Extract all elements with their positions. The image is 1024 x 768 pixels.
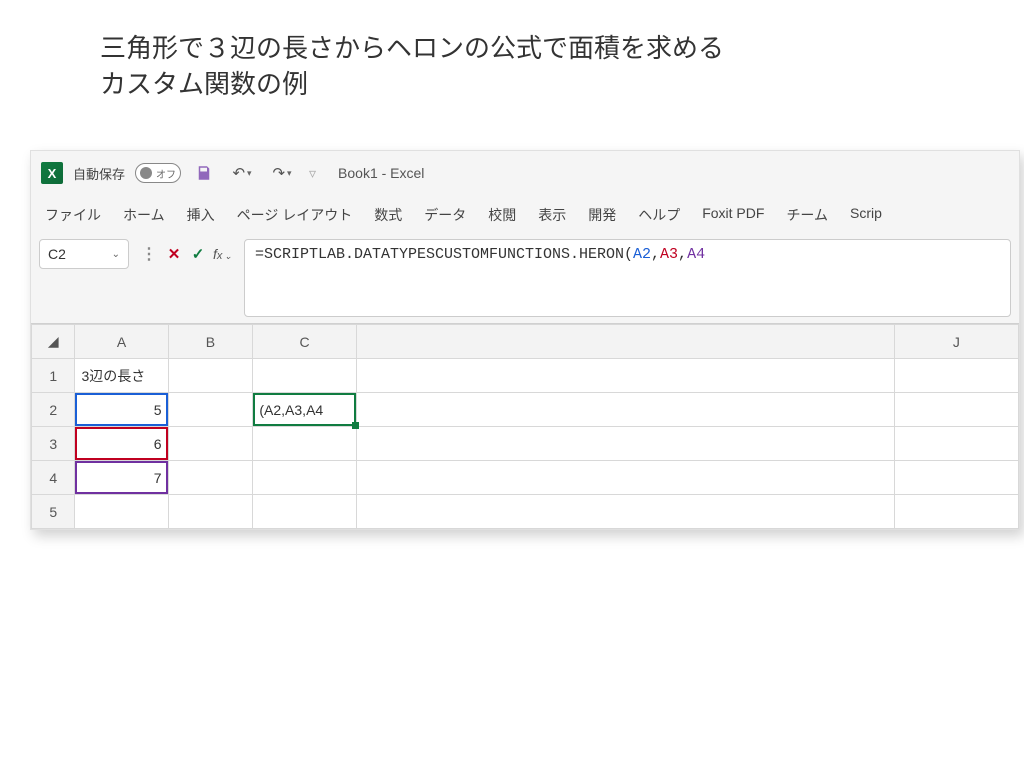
rowhdr-4[interactable]: 4 bbox=[32, 461, 75, 495]
rowhdr-5[interactable]: 5 bbox=[32, 495, 75, 529]
tab-team[interactable]: チーム bbox=[786, 205, 828, 225]
tab-formulas[interactable]: 数式 bbox=[374, 205, 402, 225]
cell-c4[interactable] bbox=[253, 461, 356, 495]
rowhdr-2[interactable]: 2 bbox=[32, 393, 75, 427]
save-icon bbox=[195, 164, 213, 182]
cell-c5[interactable] bbox=[253, 495, 356, 529]
slide-title-line2: カスタム関数の例 bbox=[100, 69, 308, 99]
name-box[interactable]: C2 ⌄ bbox=[39, 239, 129, 269]
tab-data[interactable]: データ bbox=[424, 205, 466, 225]
name-box-value: C2 bbox=[48, 246, 66, 262]
tab-review[interactable]: 校閲 bbox=[488, 205, 516, 225]
tab-file[interactable]: ファイル bbox=[45, 205, 101, 225]
formula-ref-a2: A2 bbox=[633, 246, 651, 263]
formula-enter-button[interactable]: ✓ bbox=[187, 243, 209, 265]
excel-window: 自動保存 オフ ↶▾ ↷▾ ▿ Book1 - Excel ファイル ホーム 挿… bbox=[30, 150, 1020, 530]
slide-title-line1: 三角形で３辺の長さからヘロンの公式で面積を求める bbox=[100, 33, 724, 63]
rowhdr-3[interactable]: 3 bbox=[32, 427, 75, 461]
formula-cancel-button[interactable]: ✕ bbox=[163, 243, 185, 265]
cell-d5[interactable] bbox=[356, 495, 894, 529]
colhdr-c[interactable]: C bbox=[253, 325, 356, 359]
colhdr-a[interactable]: A bbox=[75, 325, 168, 359]
tab-home[interactable]: ホーム bbox=[123, 205, 165, 225]
formula-sep: ⋮ bbox=[141, 244, 157, 264]
cell-c3[interactable] bbox=[253, 427, 356, 461]
redo-button[interactable]: ↷▾ bbox=[267, 160, 297, 186]
tab-developer[interactable]: 開発 bbox=[588, 205, 616, 225]
tab-insert[interactable]: 挿入 bbox=[187, 205, 215, 225]
colhdr-j[interactable]: J bbox=[894, 325, 1018, 359]
colhdr-b[interactable]: B bbox=[168, 325, 253, 359]
tab-scriptlab[interactable]: Scrip bbox=[850, 205, 882, 225]
cell-b1[interactable] bbox=[168, 359, 253, 393]
tab-help[interactable]: ヘルプ bbox=[638, 205, 680, 225]
cell-d1[interactable] bbox=[356, 359, 894, 393]
cell-a3[interactable]: 6 bbox=[75, 427, 168, 461]
cell-d3[interactable] bbox=[356, 427, 894, 461]
formula-input[interactable]: =SCRIPTLAB.DATATYPESCUSTOMFUNCTIONS.HERO… bbox=[244, 239, 1011, 317]
cell-a1[interactable]: 3辺の長さ bbox=[75, 359, 168, 393]
cell-j4[interactable] bbox=[894, 461, 1018, 495]
worksheet-grid[interactable]: ◢ A B C J 1 3辺の長さ 2 5 (A2,A3,A4 bbox=[31, 323, 1019, 529]
colhdr-span[interactable] bbox=[356, 325, 894, 359]
undo-button[interactable]: ↶▾ bbox=[227, 160, 257, 186]
slide-title: 三角形で３辺の長さからヘロンの公式で面積を求める カスタム関数の例 bbox=[100, 30, 724, 103]
cell-b4[interactable] bbox=[168, 461, 253, 495]
insert-function-button[interactable]: fx⌄ bbox=[213, 246, 232, 262]
formula-bar: C2 ⌄ ⋮ ✕ ✓ fx⌄ =SCRIPTLAB.DATATYPESCUSTO… bbox=[31, 235, 1019, 317]
cell-d2[interactable] bbox=[356, 393, 894, 427]
cell-j2[interactable] bbox=[894, 393, 1018, 427]
formula-ref-a4: A4 bbox=[687, 246, 705, 263]
cell-a5[interactable] bbox=[75, 495, 168, 529]
rowhdr-1[interactable]: 1 bbox=[32, 359, 75, 393]
formula-text-prefix: =SCRIPTLAB.DATATYPESCUSTOMFUNCTIONS.HERO… bbox=[255, 246, 633, 263]
tab-foxitpdf[interactable]: Foxit PDF bbox=[702, 205, 764, 225]
cell-j3[interactable] bbox=[894, 427, 1018, 461]
redo-icon: ↷ bbox=[272, 164, 285, 182]
formula-ref-a3: A3 bbox=[660, 246, 678, 263]
chevron-down-icon: ▾ bbox=[287, 168, 292, 179]
cell-a2[interactable]: 5 bbox=[75, 393, 168, 427]
autosave-toggle-knob bbox=[140, 167, 152, 179]
select-all-corner[interactable]: ◢ bbox=[32, 325, 75, 359]
cell-b3[interactable] bbox=[168, 427, 253, 461]
cell-c1[interactable] bbox=[253, 359, 356, 393]
undo-icon: ↶ bbox=[232, 164, 245, 182]
save-button[interactable] bbox=[191, 160, 217, 186]
ribbon-tabs: ファイル ホーム 挿入 ページ レイアウト 数式 データ 校閲 表示 開発 ヘル… bbox=[31, 195, 1019, 235]
workbook-title: Book1 - Excel bbox=[338, 165, 424, 181]
chevron-down-icon: ⌄ bbox=[112, 249, 120, 260]
titlebar: 自動保存 オフ ↶▾ ↷▾ ▿ Book1 - Excel bbox=[31, 151, 1019, 195]
cell-b2[interactable] bbox=[168, 393, 253, 427]
autosave-label: 自動保存 bbox=[73, 164, 125, 183]
cell-a4[interactable]: 7 bbox=[75, 461, 168, 495]
tab-view[interactable]: 表示 bbox=[538, 205, 566, 225]
qat-overflow[interactable]: ▿ bbox=[309, 165, 316, 182]
sheet-table: ◢ A B C J 1 3辺の長さ 2 5 (A2,A3,A4 bbox=[31, 324, 1019, 529]
formula-buttons: ⋮ ✕ ✓ fx⌄ bbox=[135, 239, 238, 269]
tab-pagelayout[interactable]: ページ レイアウト bbox=[237, 205, 353, 225]
cell-j5[interactable] bbox=[894, 495, 1018, 529]
excel-app-icon bbox=[41, 162, 63, 184]
cell-j1[interactable] bbox=[894, 359, 1018, 393]
chevron-down-icon: ▾ bbox=[247, 168, 252, 179]
cell-b5[interactable] bbox=[168, 495, 253, 529]
autosave-state: オフ bbox=[156, 166, 176, 181]
autosave-toggle[interactable]: オフ bbox=[135, 163, 181, 183]
column-headers: ◢ A B C J bbox=[32, 325, 1019, 359]
cell-c2[interactable]: (A2,A3,A4 bbox=[253, 393, 356, 427]
cell-d4[interactable] bbox=[356, 461, 894, 495]
